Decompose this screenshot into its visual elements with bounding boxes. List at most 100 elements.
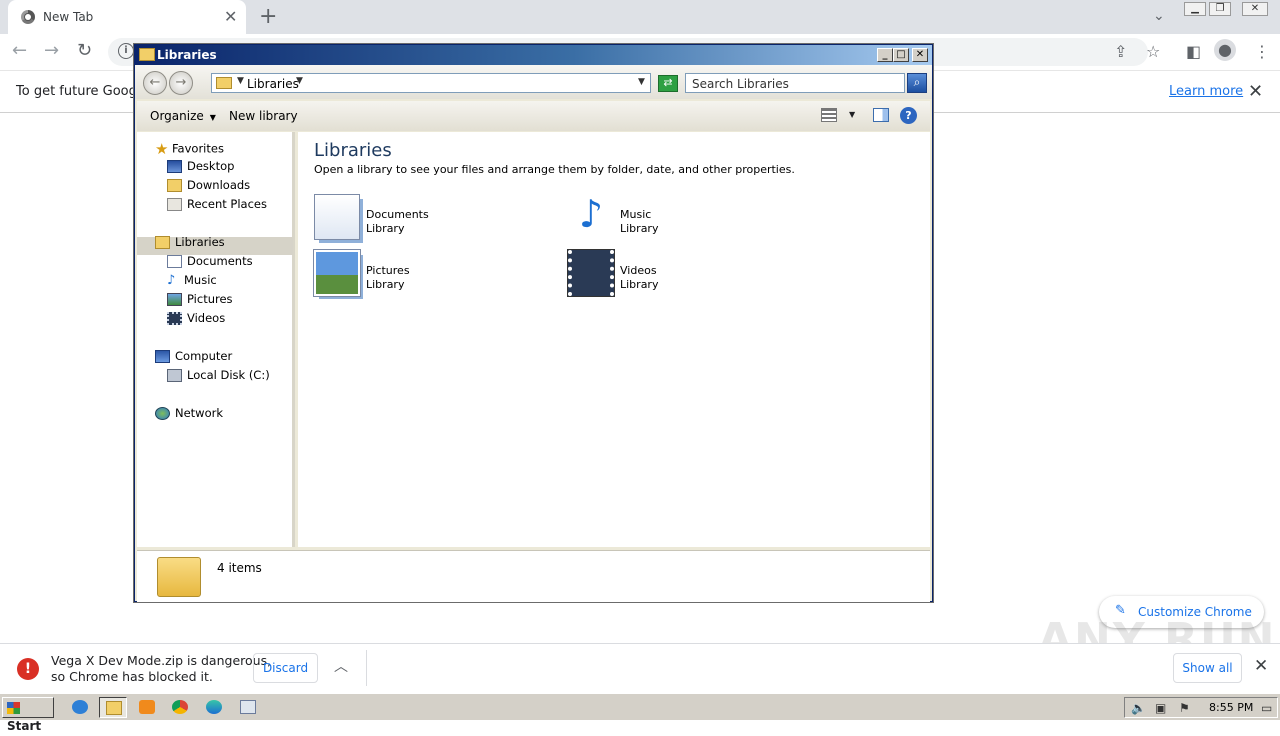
search-placeholder: Search Libraries [692, 77, 789, 91]
library-name: Documents [366, 208, 429, 221]
bookmark-star-icon[interactable]: ☆ [1146, 42, 1160, 61]
window-title-bar[interactable]: Libraries _ □ ✕ [135, 45, 932, 65]
taskbar-chrome[interactable] [166, 697, 194, 718]
close-window-icon[interactable]: ✕ [1242, 2, 1268, 16]
nav-item-pictures[interactable]: Pictures [167, 292, 233, 310]
menu-kebab-icon[interactable]: ⋮ [1254, 42, 1270, 61]
taskbar-internet-explorer[interactable] [66, 697, 94, 718]
breadcrumb-arrow-icon[interactable]: ▼ [237, 76, 244, 86]
change-view-icon[interactable] [821, 108, 837, 122]
start-label: Start [7, 719, 42, 733]
help-icon[interactable]: ? [900, 107, 917, 124]
library-type: Library [620, 278, 659, 291]
volume-icon[interactable]: 🔈 [1131, 701, 1146, 715]
organize-button[interactable]: Organize ▼ [150, 109, 216, 123]
chrome-icon [21, 10, 35, 24]
danger-icon: ! [17, 658, 39, 680]
chevron-down-icon[interactable]: ▼ [849, 110, 855, 119]
command-bar: Organize ▼ New library ▼ ? [137, 101, 930, 131]
profile-avatar-icon[interactable]: ● [1214, 39, 1236, 61]
breadcrumb-arrow-icon[interactable]: ▼ [296, 76, 303, 86]
nav-label: Favorites [172, 141, 224, 156]
chevron-down-icon: ▼ [209, 113, 216, 122]
library-tile-music[interactable]: ♪ Music Library [568, 194, 808, 244]
show-all-button[interactable]: Show all [1173, 653, 1242, 683]
back-icon[interactable]: ← [12, 40, 27, 61]
item-count: 4 items [217, 561, 262, 575]
library-tile-pictures[interactable]: Pictures Library [314, 250, 554, 300]
close-icon[interactable]: ✕ [1254, 656, 1268, 676]
refresh-icon[interactable]: ⇄ [658, 75, 678, 92]
nav-item-downloads[interactable]: Downloads [167, 178, 250, 196]
forward-icon[interactable]: → [169, 71, 193, 95]
libraries-folder-icon [139, 48, 155, 61]
address-box[interactable]: ▼ Libraries ▼ ▼ [211, 73, 651, 93]
nav-item-network[interactable]: Network [155, 406, 223, 424]
share-icon[interactable]: ⇪ [1114, 42, 1127, 61]
search-icon[interactable]: ⌕ [907, 73, 927, 93]
action-center-flag-icon[interactable]: ⚑ [1179, 701, 1190, 715]
taskbar-media-player[interactable] [133, 697, 161, 718]
tab-new-tab[interactable]: New Tab ✕ [8, 0, 246, 34]
details-pane: 4 items [137, 550, 930, 602]
taskbar-explorer[interactable] [99, 697, 127, 718]
new-library-button[interactable]: New library [229, 109, 298, 123]
library-tile-documents[interactable]: Documents Library [314, 194, 554, 244]
start-button[interactable]: Start [2, 697, 54, 733]
nav-item-libraries[interactable]: Libraries [155, 235, 225, 253]
nav-item-desktop[interactable]: Desktop [167, 159, 234, 177]
discard-button[interactable]: Discard [253, 653, 318, 683]
close-icon[interactable]: ✕ [912, 48, 928, 62]
nav-label: Videos [187, 311, 226, 325]
desktop-icon [167, 160, 182, 173]
library-type: Library [366, 222, 405, 235]
search-input[interactable]: Search Libraries [685, 73, 905, 93]
minimize-icon[interactable]: ▁ [1184, 2, 1206, 16]
forward-icon[interactable]: → [44, 40, 59, 61]
taskbar-edge[interactable] [200, 697, 228, 718]
minimize-icon[interactable]: _ [877, 48, 893, 62]
clock[interactable]: 8:55 PM [1209, 701, 1253, 714]
nav-item-recent-places[interactable]: Recent Places [167, 197, 267, 215]
nav-item-videos[interactable]: Videos [167, 311, 225, 329]
new-tab-button[interactable]: + [259, 4, 277, 29]
maximize-icon[interactable]: □ [893, 48, 909, 62]
restore-icon[interactable]: ❐ [1209, 2, 1231, 16]
show-desktop-icon[interactable]: ▭ [1261, 701, 1272, 715]
back-icon[interactable]: ← [143, 71, 167, 95]
nav-item-local-disk[interactable]: Local Disk (C:) [167, 368, 270, 386]
nav-label: Computer [175, 349, 233, 363]
hard-disk-icon [167, 369, 182, 382]
libraries-folder-icon [157, 557, 201, 597]
nav-item-music[interactable]: ♪ Music [167, 273, 217, 291]
nav-item-favorites[interactable]: ★ Favorites [155, 140, 224, 158]
preview-pane-icon[interactable] [873, 108, 889, 122]
library-name: Pictures [366, 264, 410, 277]
nav-item-computer[interactable]: Computer [155, 349, 232, 367]
library-type: Library [620, 222, 659, 235]
divider [366, 650, 367, 686]
network-status-icon[interactable]: ▣ [1155, 701, 1166, 715]
breadcrumb[interactable]: Libraries [247, 77, 299, 91]
side-panel-icon[interactable]: ◧ [1186, 42, 1201, 61]
learn-more-link[interactable]: Learn more [1169, 84, 1243, 99]
system-tray: 🔈 ▣ ⚑ 8:55 PM ▭ [1124, 697, 1278, 718]
library-tile-videos[interactable]: Videos Library [568, 250, 808, 300]
music-note-icon: ♪ [167, 273, 176, 288]
nav-label: Local Disk (C:) [187, 368, 270, 382]
chevron-down-icon[interactable]: ⌄ [1153, 8, 1165, 24]
address-dropdown-icon[interactable]: ▼ [638, 77, 645, 87]
chevron-up-icon[interactable]: ︿ [334, 656, 348, 676]
window-icon [240, 700, 256, 714]
reload-icon[interactable]: ↻ [77, 40, 92, 61]
close-icon[interactable]: ✕ [1248, 81, 1263, 102]
info-icon[interactable]: i [118, 43, 134, 59]
tab-title: New Tab [43, 10, 94, 24]
edge-icon [206, 700, 222, 714]
nav-item-documents[interactable]: Documents [167, 254, 253, 272]
close-tab-icon[interactable]: ✕ [224, 7, 237, 26]
pictures-library-icon [314, 250, 360, 296]
libraries-icon [155, 236, 170, 249]
nav-label: Music [184, 273, 217, 287]
taskbar-app[interactable] [234, 697, 262, 718]
